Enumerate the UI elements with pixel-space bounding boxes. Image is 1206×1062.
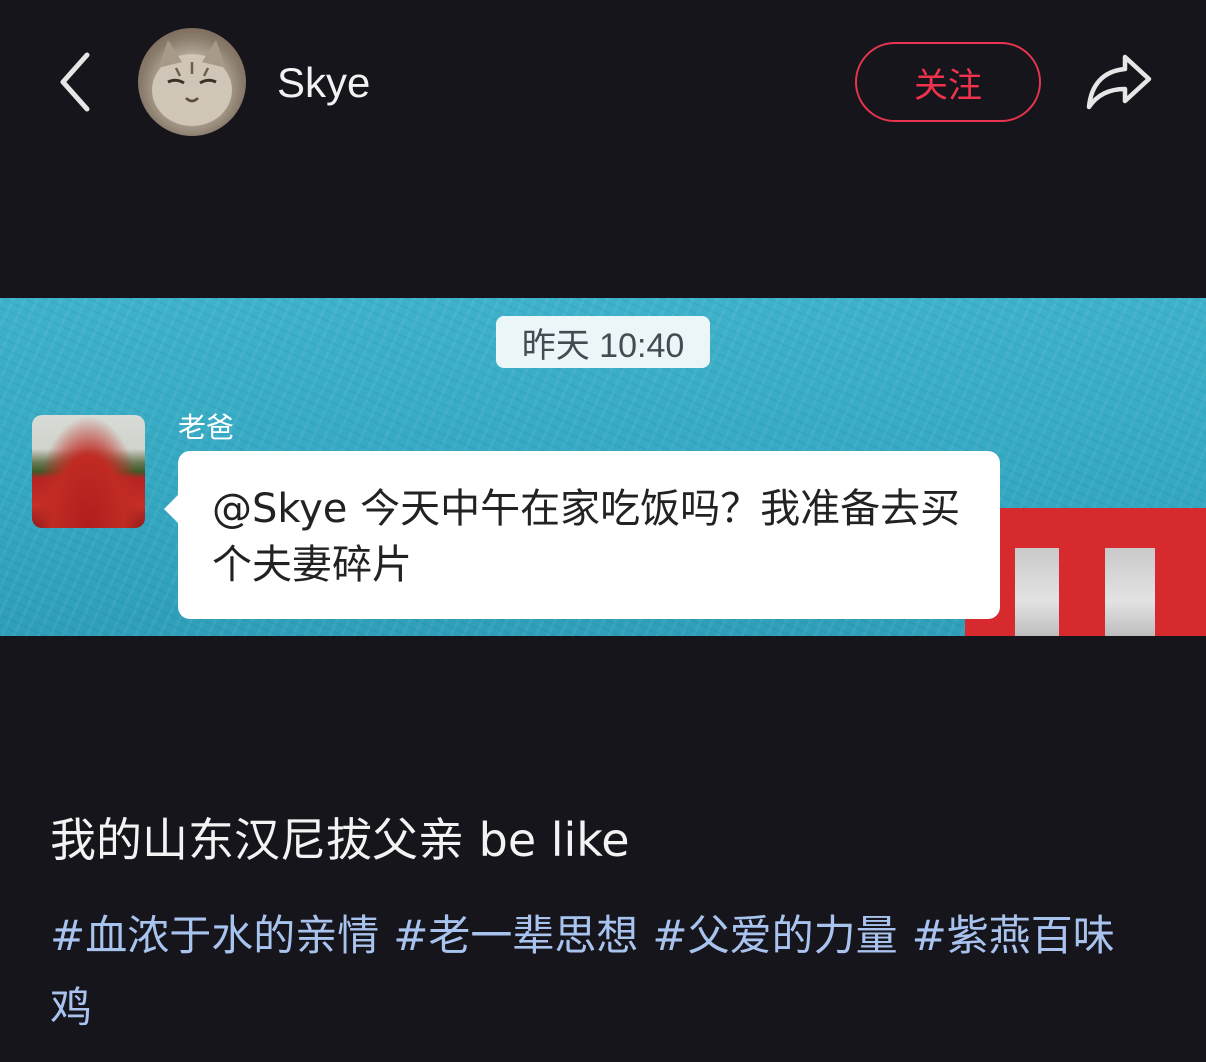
decoration-slot (1015, 548, 1059, 636)
back-button[interactable] (40, 40, 110, 124)
user-avatar[interactable] (138, 28, 246, 136)
follow-button[interactable]: 关注 (855, 42, 1041, 122)
sender-avatar (32, 415, 145, 528)
background-decoration (965, 508, 1206, 636)
cat-avatar-image (152, 40, 232, 126)
hashtag-link[interactable]: #父爱的力量 (652, 911, 897, 960)
hashtag-list: #血浓于水的亲情 #老一辈思想 #父爱的力量 #紫燕百味鸡 (50, 900, 1160, 1044)
post-image[interactable]: 昨天 10:40 老爸 @Skye 今天中午在家吃饭吗？我准备去买个夫妻碎片 (0, 298, 1206, 636)
chat-timestamp: 昨天 10:40 (496, 316, 710, 368)
message-bubble: @Skye 今天中午在家吃饭吗？我准备去买个夫妻碎片 (164, 451, 1000, 619)
post-caption: 我的山东汉尼拔父亲 be like (50, 813, 630, 867)
top-bar: Skye 关注 (0, 0, 1206, 170)
sender-name: 老爸 (178, 411, 235, 444)
share-arrow-icon (1086, 54, 1152, 110)
message-text: @Skye 今天中午在家吃饭吗？我准备去买个夫妻碎片 (212, 486, 961, 588)
decoration-slot (1105, 548, 1155, 636)
hashtag-link[interactable]: #血浓于水的亲情 (50, 911, 379, 960)
hashtag-link[interactable]: #老一辈思想 (393, 911, 638, 960)
username[interactable]: Skye (277, 58, 370, 108)
share-button[interactable] (1080, 44, 1158, 118)
chevron-left-icon (60, 52, 90, 112)
